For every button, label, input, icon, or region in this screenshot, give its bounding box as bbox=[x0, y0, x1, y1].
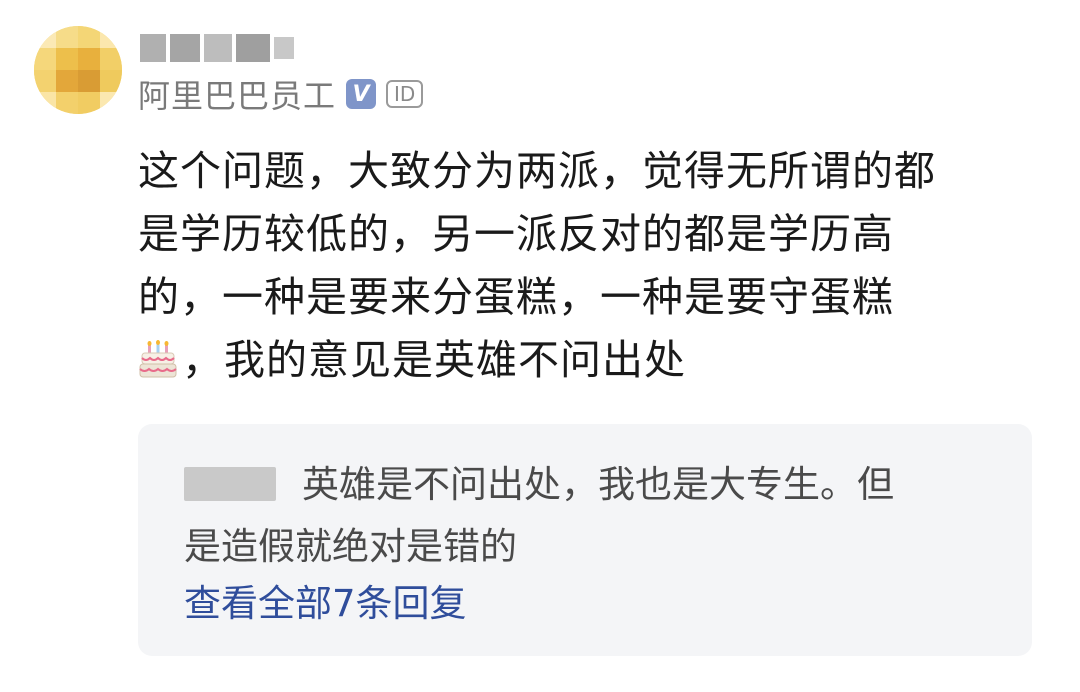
id-badge-icon: ID bbox=[386, 80, 424, 108]
comment-line: 这个问题，大致分为两派，觉得无所谓的都 bbox=[138, 147, 936, 195]
username-redacted[interactable] bbox=[140, 30, 294, 66]
view-all-replies-link[interactable]: 查看全部7条回复 bbox=[184, 576, 467, 632]
reply-author-redacted[interactable] bbox=[184, 467, 276, 501]
comment-line-tail: ，我的意见是英雄不问出处 bbox=[182, 336, 686, 384]
birthday-cake-icon bbox=[139, 340, 177, 378]
reply-line: 是造假就绝对是错的 bbox=[184, 525, 517, 568]
reply-line-text: 英雄是不问出处，我也是大专生。但 bbox=[302, 463, 894, 506]
author-meta: 阿里巴巴员工 V ID bbox=[138, 74, 424, 115]
comment-line-last: ，我的意见是英雄不问出处 bbox=[138, 329, 1008, 392]
comment-line: 的，一种是要来分蛋糕，一种是要守蛋糕 bbox=[138, 273, 894, 321]
avatar[interactable] bbox=[34, 26, 122, 114]
comment-line: 是学历较低的，另一派反对的都是学历高 bbox=[138, 210, 894, 258]
reply-preview[interactable]: 英雄是不问出处，我也是大专生。但 是造假就绝对是错的 查看全部7条回复 bbox=[138, 424, 1032, 656]
verified-badge-icon: V bbox=[346, 79, 377, 109]
reply-line: 英雄是不问出处，我也是大专生。但 bbox=[184, 454, 994, 516]
comment-content: 这个问题，大致分为两派，觉得无所谓的都 是学历较低的，另一派反对的都是学历高 的… bbox=[138, 140, 1008, 392]
employer-label: 阿里巴巴员工 bbox=[138, 77, 337, 115]
reply-text: 英雄是不问出处，我也是大专生。但 是造假就绝对是错的 bbox=[184, 454, 994, 578]
